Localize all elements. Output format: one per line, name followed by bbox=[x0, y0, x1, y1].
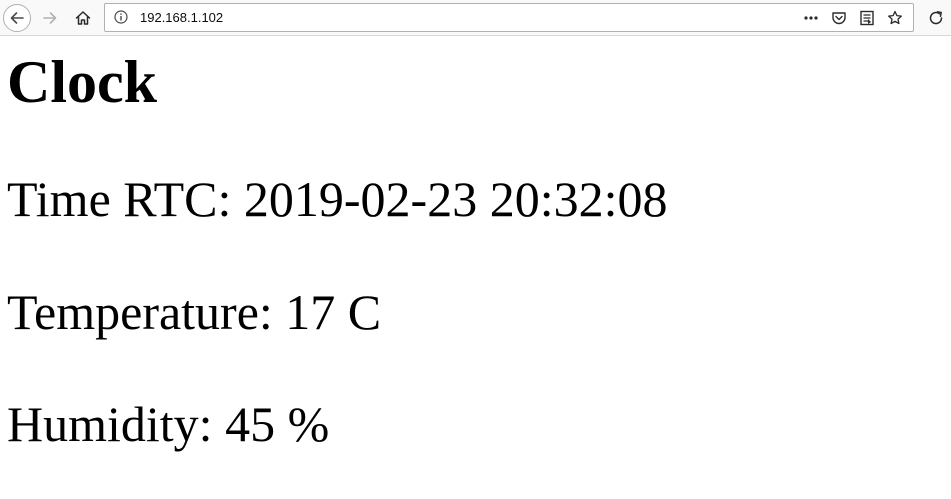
time-value: 2019-02-23 20:32:08 bbox=[243, 171, 668, 227]
home-icon bbox=[75, 11, 91, 25]
arrow-right-icon bbox=[43, 12, 57, 24]
url-actions bbox=[797, 7, 909, 29]
humidity-value: 45 % bbox=[225, 396, 330, 452]
browser-toolbar: 192.168.1.102 bbox=[0, 0, 951, 36]
temperature-reading: Temperature: 17 C bbox=[7, 282, 381, 342]
time-reading: Time RTC: 2019-02-23 20:32:08 bbox=[7, 169, 667, 229]
page-content: Clock Time RTC: 2019-02-23 20:32:08 Temp… bbox=[0, 36, 951, 499]
temperature-value: 17 C bbox=[285, 284, 382, 340]
bookmark-button[interactable] bbox=[881, 7, 909, 29]
arrow-left-icon bbox=[10, 12, 24, 24]
url-bar[interactable]: 192.168.1.102 bbox=[104, 3, 914, 32]
reader-view-icon bbox=[860, 10, 874, 26]
back-button[interactable] bbox=[3, 4, 31, 32]
pocket-button[interactable] bbox=[825, 7, 853, 29]
forward-button[interactable] bbox=[36, 4, 64, 32]
page-actions-button[interactable] bbox=[797, 7, 825, 29]
reload-icon bbox=[929, 11, 943, 25]
time-label: Time RTC: bbox=[7, 171, 232, 227]
humidity-label: Humidity: bbox=[7, 396, 213, 452]
temperature-label: Temperature: bbox=[7, 284, 273, 340]
url-text[interactable]: 192.168.1.102 bbox=[140, 10, 223, 26]
more-horizontal-icon bbox=[804, 16, 818, 20]
page-title: Clock bbox=[7, 49, 157, 115]
star-icon bbox=[888, 10, 902, 25]
humidity-reading: Humidity: 45 % bbox=[7, 394, 329, 454]
pocket-icon bbox=[832, 12, 846, 25]
home-button[interactable] bbox=[69, 4, 97, 32]
reload-button[interactable] bbox=[922, 4, 950, 32]
info-icon[interactable] bbox=[114, 10, 128, 24]
reader-view-button[interactable] bbox=[853, 7, 881, 29]
